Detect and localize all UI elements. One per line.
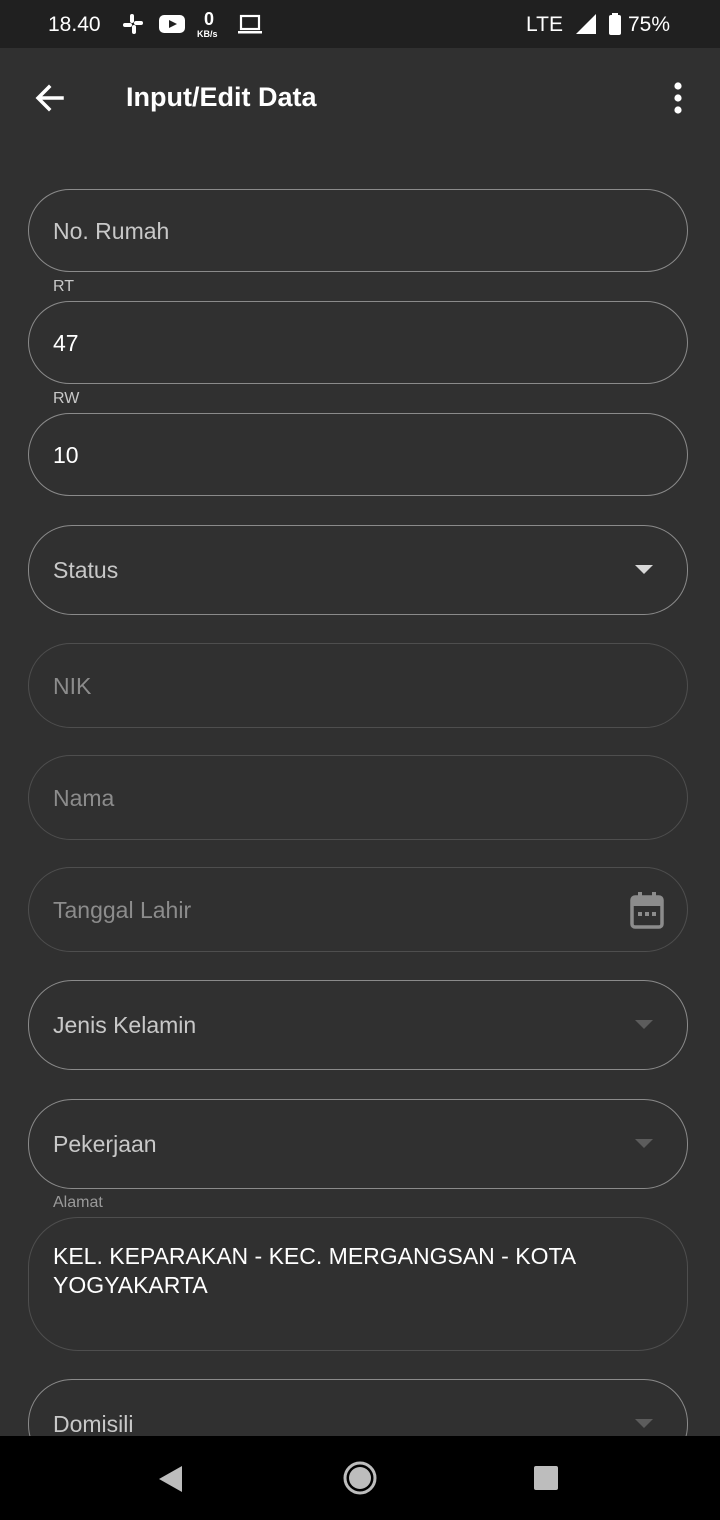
rw-field[interactable]: RW 10 bbox=[28, 390, 688, 496]
alamat-field[interactable]: Alamat KEL. KEPARAKAN - KEC. MERGANGSAN … bbox=[28, 1194, 688, 1351]
nik-placeholder: NIK bbox=[53, 673, 92, 699]
rt-label: RT bbox=[45, 278, 83, 296]
alamat-value-line1: KEL. KEPARAKAN - KEC. MERGANGSAN - KOTA bbox=[53, 1243, 577, 1269]
system-nav-bar bbox=[0, 1436, 720, 1520]
chevron-down-icon bbox=[635, 1419, 653, 1428]
network-type: LTE bbox=[526, 13, 563, 36]
tanggal-lahir-field[interactable]: Tanggal Lahir bbox=[28, 867, 688, 952]
network-speed-value: 0 bbox=[204, 9, 215, 29]
tanggal-lahir-placeholder: Tanggal Lahir bbox=[53, 897, 192, 923]
rt-field[interactable]: RT 47 bbox=[28, 278, 688, 384]
slack-icon bbox=[123, 14, 143, 34]
back-arrow-icon[interactable] bbox=[30, 78, 70, 118]
nav-recents-icon[interactable] bbox=[532, 1464, 560, 1492]
page-title: Input/Edit Data bbox=[126, 82, 317, 112]
nav-back-icon[interactable] bbox=[156, 1464, 186, 1494]
youtube-icon bbox=[159, 15, 185, 33]
no-rumah-placeholder: No. Rumah bbox=[53, 218, 170, 244]
calendar-icon[interactable] bbox=[629, 890, 665, 930]
alamat-value-line2: YOGYAKARTA bbox=[53, 1272, 208, 1298]
rt-value: 47 bbox=[53, 330, 79, 356]
jenis-kelamin-placeholder: Jenis Kelamin bbox=[53, 1012, 197, 1038]
jenis-kelamin-dropdown[interactable]: Jenis Kelamin bbox=[28, 980, 688, 1070]
chevron-down-icon bbox=[635, 1020, 653, 1029]
domisili-placeholder: Domisili bbox=[53, 1411, 134, 1437]
status-placeholder: Status bbox=[53, 557, 119, 583]
nama-placeholder: Nama bbox=[53, 785, 115, 811]
nik-field[interactable]: NIK bbox=[28, 643, 688, 728]
network-speed-unit: KB/s bbox=[197, 29, 218, 39]
chevron-down-icon bbox=[635, 565, 653, 574]
nama-field[interactable]: Nama bbox=[28, 755, 688, 840]
app-bar: Input/Edit Data bbox=[0, 48, 720, 148]
rw-label: RW bbox=[45, 390, 88, 408]
chevron-down-icon bbox=[635, 1139, 653, 1148]
more-vert-icon[interactable] bbox=[664, 78, 692, 118]
status-time: 18.40 bbox=[48, 13, 101, 36]
battery-icon bbox=[609, 13, 621, 35]
pekerjaan-placeholder: Pekerjaan bbox=[53, 1131, 157, 1157]
no-rumah-field[interactable]: No. Rumah bbox=[28, 189, 688, 272]
signal-icon bbox=[576, 14, 596, 34]
laptop-icon bbox=[238, 14, 262, 34]
status-dropdown[interactable]: Status bbox=[28, 525, 688, 615]
nav-home-icon[interactable] bbox=[342, 1460, 378, 1496]
alamat-label: Alamat bbox=[45, 1194, 111, 1212]
battery-percent: 75% bbox=[627, 13, 670, 36]
rw-value: 10 bbox=[53, 442, 79, 468]
pekerjaan-dropdown[interactable]: Pekerjaan bbox=[28, 1099, 688, 1189]
status-bar: 18.40 0 KB/s LTE 75% bbox=[0, 0, 720, 48]
